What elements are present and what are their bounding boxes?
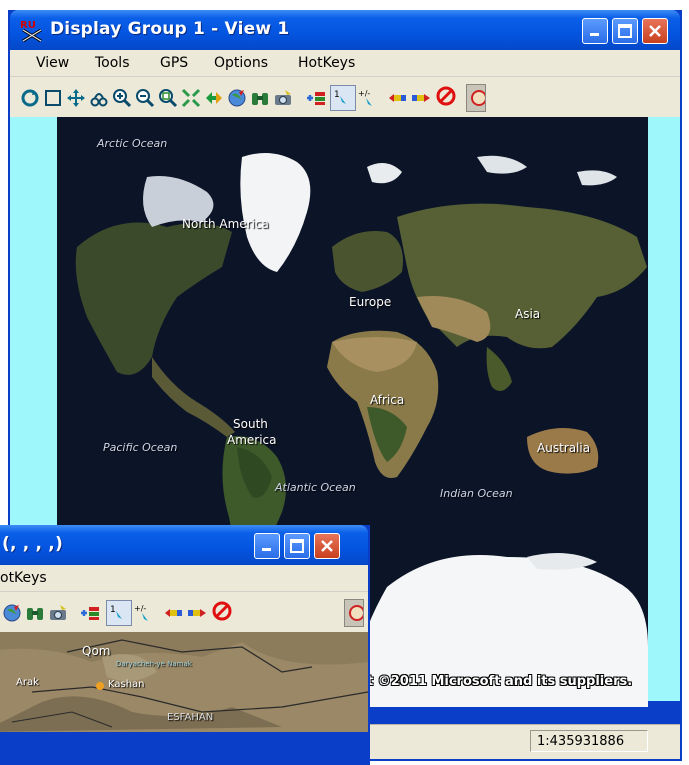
svg-text:1: 1 [110, 605, 116, 615]
label-kashan: Kashan [108, 679, 145, 690]
app-icon[interactable]: RU [20, 18, 46, 43]
target-icon[interactable] [466, 84, 486, 112]
next-view-icon[interactable] [187, 603, 207, 623]
scale-fraction-icon[interactable]: +/- [357, 88, 377, 108]
minimize-button[interactable] [582, 18, 608, 44]
label-pacific-ocean: Pacific Ocean [103, 441, 178, 454]
menu-hotkeys-secondary[interactable]: otKeys [0, 570, 47, 586]
menu-view[interactable]: View [36, 55, 69, 71]
zoom-out-icon[interactable] [135, 88, 155, 108]
map-scale[interactable]: 1:435931886 [530, 730, 648, 752]
add-layer-icon[interactable] [306, 88, 326, 108]
refresh-icon[interactable] [20, 88, 40, 108]
full-extent-icon[interactable] [43, 88, 63, 108]
close-button[interactable] [642, 18, 668, 44]
previous-view-icon[interactable] [388, 88, 408, 108]
map-copyright: t ©2011 Microsoft and its suppliers. [367, 674, 633, 689]
scale-one-icon[interactable]: 1 [330, 85, 356, 111]
toolbar: 1 +/- [10, 77, 680, 118]
maximize-button-secondary[interactable] [284, 533, 310, 559]
add-layer-icon[interactable] [80, 603, 100, 623]
stop-icon[interactable] [212, 601, 236, 625]
zoom-in-icon[interactable] [112, 88, 132, 108]
roam-icon[interactable] [89, 88, 109, 108]
menu-bar-secondary: otKeys [0, 565, 368, 592]
label-salt-lake: Daryacheh-ye Namak [116, 660, 192, 668]
label-esfahan: ESFAHAN [167, 712, 214, 723]
label-arctic-ocean: Arctic Ocean [97, 137, 168, 150]
stop-icon[interactable] [436, 86, 460, 110]
zoom-box-icon[interactable] [158, 88, 178, 108]
globe-icon[interactable] [2, 603, 22, 623]
layer-controls-icon[interactable] [204, 88, 224, 108]
label-arak: Arak [16, 677, 39, 688]
label-australia: Australia [537, 441, 591, 455]
camera-icon[interactable] [48, 603, 68, 623]
toolbar-secondary: 1 +/- [0, 592, 368, 633]
maximize-button[interactable] [612, 18, 638, 44]
title-bar-secondary[interactable]: (, , , ,) [0, 525, 368, 565]
label-south-america-line2: America [227, 433, 277, 447]
title-bar[interactable]: RU Display Group 1 - View 1 [10, 10, 680, 50]
label-indian-ocean: Indian Ocean [440, 487, 513, 500]
label-north-america: North America [182, 217, 269, 231]
regional-map-view[interactable]: Qom Arak Kashan Daryacheh-ye Namak ESFAH… [0, 632, 368, 732]
zoom-extents-icon[interactable] [181, 88, 201, 108]
secondary-view-window: (, , , ,) otKeys 1 +/- Qom Arak Kashan D… [0, 525, 370, 765]
target-icon[interactable] [344, 599, 364, 627]
menu-hotkeys[interactable]: HotKeys [298, 55, 355, 71]
menu-bar: View Tools GPS Options HotKeys [10, 50, 680, 77]
globe-icon[interactable] [227, 88, 247, 108]
label-qom: Qom [82, 644, 111, 658]
label-europe: Europe [349, 295, 392, 309]
next-view-icon[interactable] [411, 88, 431, 108]
window-title: Display Group 1 - View 1 [50, 19, 290, 39]
window-title-secondary: (, , , ,) [2, 534, 63, 554]
scale-one-icon[interactable]: 1 [106, 600, 132, 626]
camera-icon[interactable] [273, 88, 293, 108]
minimize-button-secondary[interactable] [254, 533, 280, 559]
binoculars-icon[interactable] [25, 603, 45, 623]
svg-text:RU: RU [20, 20, 36, 31]
binoculars-icon[interactable] [250, 88, 270, 108]
scale-fraction-icon[interactable]: +/- [133, 603, 153, 623]
label-atlantic-ocean: Atlantic Ocean [275, 481, 356, 494]
close-button-secondary[interactable] [314, 533, 340, 559]
menu-tools[interactable]: Tools [95, 55, 130, 71]
label-asia: Asia [515, 307, 541, 321]
label-africa: Africa [370, 393, 405, 407]
menu-options[interactable]: Options [214, 55, 268, 71]
svg-text:+/-: +/- [134, 604, 146, 613]
label-south-america-line1: South [233, 417, 268, 431]
svg-text:1: 1 [334, 90, 340, 100]
menu-gps[interactable]: GPS [160, 55, 188, 71]
svg-text:+/-: +/- [358, 89, 370, 98]
previous-view-icon[interactable] [164, 603, 184, 623]
pan-icon[interactable] [66, 88, 86, 108]
